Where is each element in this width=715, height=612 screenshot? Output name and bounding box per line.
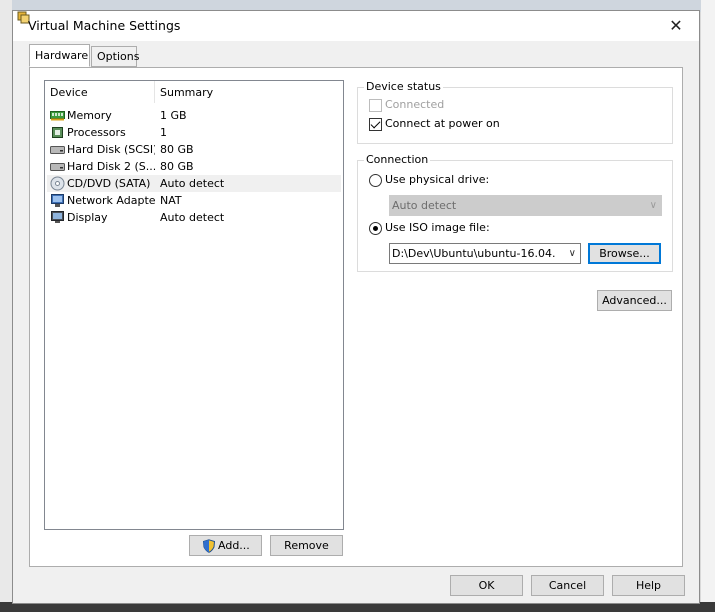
device-list[interactable]: Device Summary Memory 1 GB Processors 1 … xyxy=(44,80,344,530)
connection-title: Connection xyxy=(364,153,431,166)
use-iso-image-label: Use ISO image file: xyxy=(385,221,490,234)
connect-at-power-on-label: Connect at power on xyxy=(385,117,500,130)
close-icon: ✕ xyxy=(669,16,683,35)
add-button-label: Add... xyxy=(218,539,250,552)
help-button[interactable]: Help xyxy=(612,575,685,596)
hardware-panel: Device Summary Memory 1 GB Processors 1 … xyxy=(29,67,683,567)
physical-drive-value: Auto detect xyxy=(392,199,457,212)
processor-icon xyxy=(52,127,63,138)
browse-button[interactable]: Browse... xyxy=(588,243,661,264)
add-hardware-button[interactable]: Add... xyxy=(189,535,262,556)
connected-checkbox[interactable] xyxy=(369,99,382,112)
device-summary: NAT xyxy=(160,194,182,207)
device-name: Display xyxy=(67,211,108,224)
physical-drive-select[interactable]: Auto detect ∨ xyxy=(389,195,662,216)
cancel-button[interactable]: Cancel xyxy=(531,575,604,596)
advanced-button[interactable]: Advanced... xyxy=(597,290,672,311)
cd-dvd-icon xyxy=(50,176,65,191)
title-bar[interactable]: Virtual Machine Settings ✕ xyxy=(13,11,699,41)
window-title: Virtual Machine Settings xyxy=(28,18,181,33)
use-physical-drive-label: Use physical drive: xyxy=(385,173,490,186)
device-name: Network Adapter xyxy=(67,194,155,207)
checkmark-icon xyxy=(370,118,381,129)
use-iso-image-radio[interactable] xyxy=(369,222,382,235)
tab-hardware[interactable]: Hardware xyxy=(29,44,90,67)
ok-button[interactable]: OK xyxy=(450,575,523,596)
connect-at-power-on-checkbox[interactable] xyxy=(369,118,382,131)
chevron-down-icon[interactable]: ∨ xyxy=(569,244,576,263)
background-window-left xyxy=(0,0,12,612)
device-row-display[interactable]: Display Auto detect xyxy=(47,209,341,226)
shield-icon xyxy=(202,539,216,553)
device-row-network-adapter[interactable]: Network Adapter NAT xyxy=(47,192,341,209)
device-row-hard-disk-scsi[interactable]: Hard Disk (SCSI) 80 GB xyxy=(47,141,341,158)
memory-icon xyxy=(50,111,65,121)
device-status-title: Device status xyxy=(364,80,443,93)
hard-disk-icon xyxy=(50,146,65,154)
close-button[interactable]: ✕ xyxy=(653,11,699,41)
device-summary: 1 xyxy=(160,126,167,139)
tab-options[interactable]: Options xyxy=(91,46,139,67)
device-row-hard-disk-2[interactable]: Hard Disk 2 (S... 80 GB xyxy=(47,158,341,175)
chevron-down-icon: ∨ xyxy=(649,200,657,211)
device-name: Hard Disk (SCSI) xyxy=(67,143,155,156)
column-header-summary[interactable]: Summary xyxy=(155,81,305,103)
device-row-memory[interactable]: Memory 1 GB xyxy=(47,107,341,124)
device-summary: 80 GB xyxy=(160,160,194,173)
connected-label: Connected xyxy=(385,98,445,111)
device-name: CD/DVD (SATA) xyxy=(67,177,151,190)
display-icon xyxy=(51,211,64,223)
device-summary: 80 GB xyxy=(160,143,194,156)
connection-group: Connection Use physical drive: Auto dete… xyxy=(357,153,673,272)
device-row-cd-dvd[interactable]: CD/DVD (SATA) Auto detect xyxy=(47,175,341,192)
iso-image-path-combo[interactable]: D:\Dev\Ubuntu\ubuntu-16.04. ∨ xyxy=(389,243,581,264)
use-physical-drive-radio[interactable] xyxy=(369,174,382,187)
background-window-right xyxy=(701,0,715,612)
device-name: Hard Disk 2 (S... xyxy=(67,160,155,173)
device-summary: 1 GB xyxy=(160,109,187,122)
remove-hardware-button[interactable]: Remove xyxy=(270,535,343,556)
network-adapter-icon xyxy=(51,194,64,207)
iso-image-path-value: D:\Dev\Ubuntu\ubuntu-16.04. xyxy=(392,247,556,260)
device-list-header: Device Summary xyxy=(45,81,343,103)
device-name: Memory xyxy=(67,109,112,122)
radio-selected-dot xyxy=(373,226,378,231)
device-status-group: Device status Connected Connect at power… xyxy=(357,80,673,144)
device-summary: Auto detect xyxy=(160,177,225,190)
device-row-processors[interactable]: Processors 1 xyxy=(47,124,341,141)
vm-settings-dialog: Virtual Machine Settings ✕ Hardware Opti… xyxy=(12,10,700,604)
device-name: Processors xyxy=(67,126,126,139)
hard-disk-icon xyxy=(50,163,65,171)
column-header-device[interactable]: Device xyxy=(45,81,155,103)
device-summary: Auto detect xyxy=(160,211,225,224)
